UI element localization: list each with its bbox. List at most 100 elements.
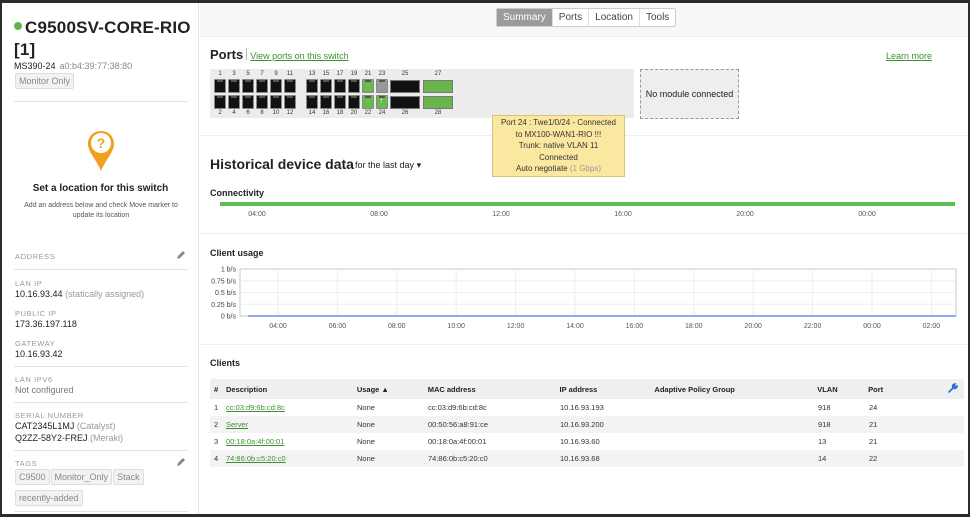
switch-port[interactable] [228, 95, 240, 109]
switch-port[interactable] [284, 79, 296, 93]
col-number[interactable]: # [210, 385, 226, 394]
tab-summary[interactable]: Summary [497, 9, 553, 26]
client-link[interactable]: cc:03:d9:6b:cd:8c [226, 403, 285, 412]
table-row[interactable]: 1 cc:03:d9:6b:cd:8c None cc:03:d9:6b:cd:8c 1… [210, 399, 964, 416]
col-mac[interactable]: MAC address [428, 385, 560, 394]
switch-port[interactable] [228, 79, 240, 93]
table-row[interactable]: 3 00:18:0a:4f:00:01 None 00:18:0a:4f:00:01 1… [210, 433, 964, 450]
switch-port[interactable] [320, 95, 332, 109]
col-usage[interactable]: Usage ▲ [357, 385, 428, 394]
clients-title: Clients [210, 358, 241, 368]
switch-port[interactable] [242, 95, 254, 109]
row-usage: None [357, 437, 375, 446]
switch-port[interactable] [362, 79, 374, 93]
port-number: 19 [350, 71, 358, 77]
tooltip-negotiate: Auto negotiate [516, 164, 568, 173]
device-model-line: MS390-24 a0:b4:39:77:38:80 [14, 61, 132, 71]
time-range-dropdown[interactable]: for the last day ▾ [355, 160, 421, 171]
tab-ports[interactable]: Ports [553, 9, 590, 26]
tag[interactable]: recently-added [15, 490, 83, 506]
row-port: 21 [869, 437, 878, 446]
sfp-port[interactable] [390, 80, 420, 93]
tab-group: Summary Ports Location Tools [496, 8, 677, 27]
switch-port[interactable] [214, 79, 226, 93]
lan-ip-label: LAN IP [15, 279, 43, 288]
switch-port[interactable]: ↑ [376, 95, 388, 109]
port-number: 7 [260, 71, 264, 77]
tab-location[interactable]: Location [589, 9, 640, 26]
col-port[interactable]: Port [868, 385, 948, 394]
row-ip: 10.16.93.193 [560, 403, 604, 412]
row-ip: 10.16.93.68 [560, 454, 600, 463]
device-model: MS390-24 [14, 61, 56, 71]
row-ip: 10.16.93.60 [560, 437, 600, 446]
switch-port[interactable] [348, 79, 360, 93]
row-description: Server [226, 420, 357, 429]
x-tick-label: 12:00 [507, 323, 525, 330]
tag[interactable]: C9500 [15, 469, 50, 485]
col-description[interactable]: Description [226, 385, 357, 394]
tooltip-line: Auto negotiate (1 Gbps) [493, 163, 624, 175]
port-number: 15 [322, 71, 330, 77]
tooltip-speed: (1 Gbps) [569, 164, 601, 173]
switch-port[interactable] [334, 79, 346, 93]
table-footer [210, 467, 964, 478]
port-number: 14 [308, 110, 316, 116]
port-number: 25 [401, 71, 409, 77]
wrench-icon[interactable] [948, 382, 964, 396]
serial-meraki-value: Q2ZZ-58Y2-FREJ [15, 433, 88, 443]
switch-port[interactable] [256, 79, 268, 93]
col-vlan[interactable]: VLAN [817, 385, 868, 394]
row-vlan: 918 [818, 420, 831, 429]
switch-port[interactable] [306, 95, 318, 109]
client-link[interactable]: 00:18:0a:4f:00:01 [226, 437, 284, 446]
col-policy-group[interactable]: Adaptive Policy Group [654, 385, 817, 394]
table-row[interactable]: 2 Server None 00:50:56:a8:91:ce 10.16.93.200… [210, 416, 964, 433]
client-link[interactable]: Server [226, 420, 248, 429]
client-usage-chart[interactable]: 1 b/s 0.75 b/s 0.5 b/s 0.25 b/s 0 b/s 04:00 06… [200, 261, 968, 333]
col-ip[interactable]: IP address [560, 385, 655, 394]
sfp-port[interactable] [423, 80, 453, 93]
view-ports-link[interactable]: View ports on this switch [250, 51, 348, 61]
tab-tools[interactable]: Tools [640, 9, 675, 26]
x-tick-label: 08:00 [388, 323, 406, 330]
switch-port[interactable] [362, 95, 374, 109]
serial-meraki-note: (Meraki) [90, 433, 124, 443]
uplink-arrow-icon: ↑ [379, 96, 383, 105]
lan-ipv6-label: LAN IPV6 [15, 375, 53, 384]
port-number: 4 [232, 110, 236, 116]
switch-port[interactable] [270, 79, 282, 93]
switch-port[interactable] [320, 79, 332, 93]
switch-port[interactable] [348, 95, 360, 109]
device-mac: a0:b4:39:77:38:80 [59, 61, 133, 71]
tag-list: C9500 Monitor_Only Stack recently-added [15, 467, 185, 509]
public-ip-label: PUBLIC IP [15, 309, 57, 318]
switch-port[interactable] [214, 95, 226, 109]
switch-port[interactable] [376, 79, 388, 93]
port-number: 22 [364, 110, 372, 116]
ports-header: Ports View ports on this switch [210, 47, 349, 62]
x-tick-label: 04:00 [269, 323, 287, 330]
sfp-port[interactable] [423, 96, 453, 109]
switch-port[interactable] [256, 95, 268, 109]
switch-port[interactable] [306, 79, 318, 93]
row-mac: 00:18:0a:4f:00:01 [428, 437, 487, 446]
sfp-port[interactable] [390, 96, 420, 109]
question-map-pin-icon[interactable]: ? [86, 129, 116, 173]
learn-more-link[interactable]: Learn more [886, 51, 932, 61]
edit-address-pencil-icon[interactable] [176, 250, 186, 260]
switch-port[interactable] [270, 95, 282, 109]
connectivity-bar[interactable] [220, 202, 955, 206]
table-row[interactable]: 4 74:86:0b:c5:20:c0 None 74:86:0b:c5:20:c0 1… [210, 450, 964, 467]
switch-port[interactable] [242, 79, 254, 93]
edit-tags-pencil-icon[interactable] [176, 457, 186, 467]
tag[interactable]: Monitor_Only [50, 469, 113, 485]
switch-port[interactable] [334, 95, 346, 109]
tag[interactable]: Stack [113, 469, 144, 485]
row-mac: cc:03:d9:6b:cd:8c [428, 403, 487, 412]
port-number: 21 [364, 71, 372, 77]
switch-port[interactable] [284, 95, 296, 109]
port-number: 3 [232, 71, 236, 77]
client-link[interactable]: 74:86:0b:c5:20:c0 [226, 454, 286, 463]
row-number: 4 [214, 454, 219, 463]
